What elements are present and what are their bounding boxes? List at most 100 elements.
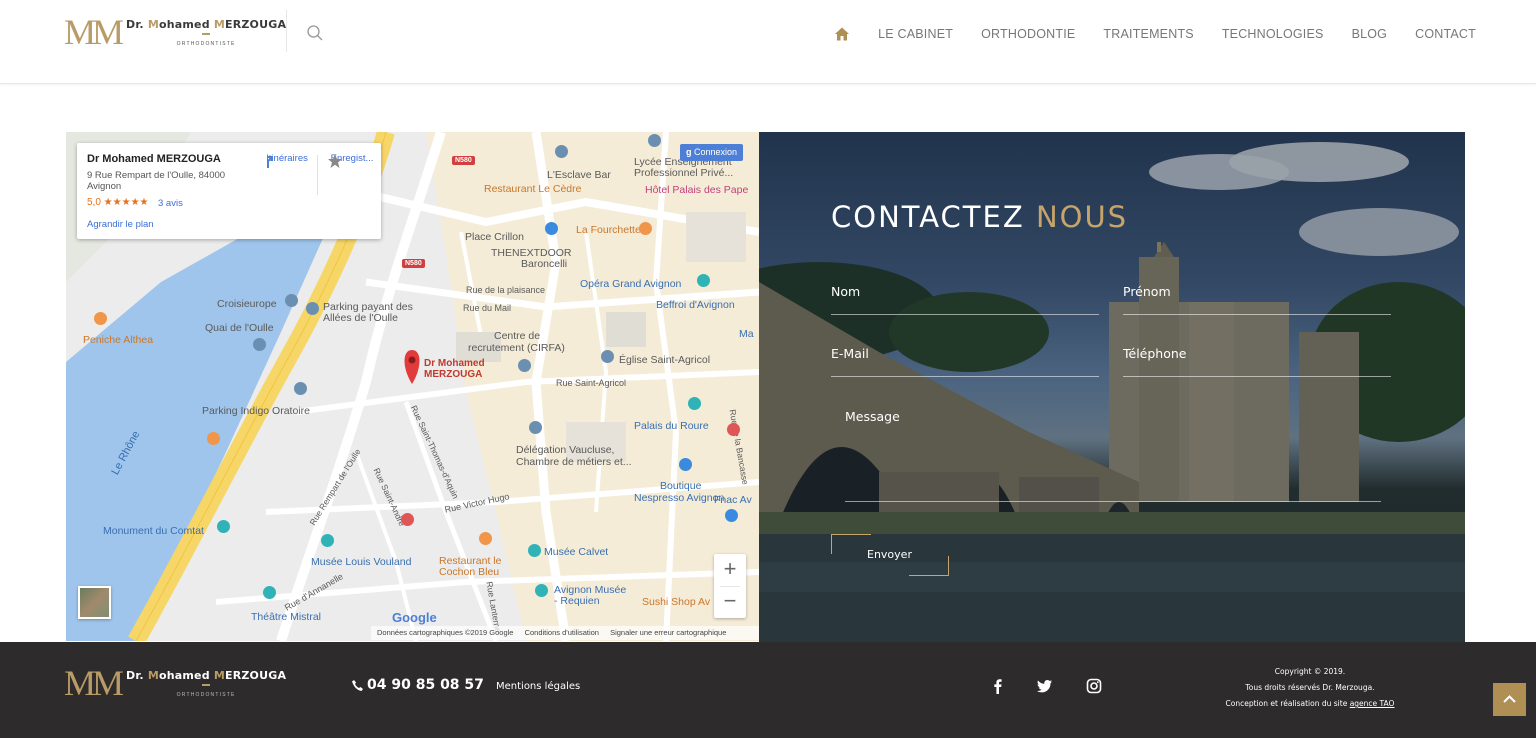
email-underline [831, 376, 1099, 377]
place-marker[interactable] [479, 532, 492, 545]
twitter-icon[interactable] [1037, 678, 1053, 694]
contact-title: CONTACTEZ NOUS [831, 200, 1129, 234]
site-logo[interactable]: MM Dr. Mohamed MERZOUGA ORTHODONTISTE [64, 12, 287, 52]
map-label: Chambre de métiers et... [516, 456, 632, 468]
road-shield-n580: N580 [452, 156, 475, 165]
place-marker[interactable] [401, 513, 414, 526]
place-marker[interactable] [697, 274, 710, 287]
terms-link[interactable]: Conditions d'utilisation [525, 628, 599, 637]
map-label: Professionnel Privé... [634, 167, 734, 179]
map-label: Rue du Mail [463, 303, 512, 313]
nav-contact[interactable]: CONTACT [1415, 27, 1476, 41]
home-icon[interactable] [834, 26, 850, 42]
place-marker[interactable] [94, 312, 107, 325]
logo-divider [202, 32, 211, 35]
phone-icon [352, 679, 363, 691]
message-textarea[interactable]: Message [845, 400, 1381, 502]
place-marker[interactable] [725, 509, 738, 522]
map-label: Place Crillon [465, 231, 524, 243]
place-marker[interactable] [601, 350, 614, 363]
place-marker[interactable] [217, 520, 230, 533]
google-g-icon: g [686, 147, 694, 157]
place-marker[interactable] [253, 338, 266, 351]
place-marker[interactable] [294, 382, 307, 395]
send-button[interactable]: Envoyer [831, 534, 949, 576]
logo-name: Dr. Mohamed MERZOUGA [126, 17, 287, 31]
directions-icon [267, 156, 273, 168]
place-title: Dr Mohamed MERZOUGA [87, 153, 221, 165]
zoom-out-button[interactable]: − [714, 586, 746, 618]
prenom-underline [1123, 314, 1391, 315]
map-zoom-control: + − [714, 554, 746, 618]
place-marker[interactable] [535, 584, 548, 597]
agency-link[interactable]: agence TAO [1350, 699, 1395, 708]
map-label: Rue Saint-Agricol [556, 378, 627, 388]
scroll-to-top-button[interactable] [1493, 683, 1526, 716]
nav-traitements[interactable]: TRAITEMENTS [1103, 27, 1193, 41]
map-label: Église Saint-Agricol [619, 354, 711, 366]
telephone-underline [1123, 376, 1391, 377]
satellite-toggle[interactable] [78, 586, 111, 619]
nom-field[interactable]: Nom [831, 284, 860, 299]
main-nav: LE CABINET ORTHODONTIE TRAITEMENTS TECHN… [834, 26, 1476, 42]
report-error-link[interactable]: Signaler une erreur cartographique [610, 628, 726, 637]
map-label: Baroncelli [521, 258, 568, 270]
map-label: Peniche Althea [83, 334, 154, 346]
nav-blog[interactable]: BLOG [1352, 27, 1388, 41]
google-logo: Google [392, 610, 437, 625]
logo-subtitle: ORTHODONTISTE [176, 691, 236, 698]
place-marker[interactable] [207, 432, 220, 445]
place-reviews-link[interactable]: 3 avis [158, 198, 183, 209]
place-marker[interactable] [528, 544, 541, 557]
place-marker[interactable] [555, 145, 568, 158]
header-divider [286, 10, 287, 52]
place-rating: 5,0 ★★★★★ [87, 197, 149, 208]
phone-number: 04 90 85 08 57 [367, 677, 484, 693]
place-marker[interactable] [518, 359, 531, 372]
legal-notice-link[interactable]: Mentions légales [496, 681, 580, 692]
nav-orthodontie[interactable]: ORTHODONTIE [981, 27, 1075, 41]
logo-subtitle: ORTHODONTISTE [176, 40, 236, 47]
map-label: Opéra Grand Avignon [580, 278, 682, 290]
place-marker[interactable] [639, 222, 652, 235]
nav-le-cabinet[interactable]: LE CABINET [878, 27, 953, 41]
telephone-field[interactable]: Téléphone [1123, 346, 1186, 361]
place-marker[interactable] [545, 222, 558, 235]
instagram-icon[interactable] [1086, 678, 1102, 694]
prenom-field[interactable]: Prénom [1123, 284, 1171, 299]
site-header: MM Dr. Mohamed MERZOUGA ORTHODONTISTE LE… [0, 0, 1536, 84]
place-marker[interactable] [727, 423, 740, 436]
google-map[interactable]: N580 N580 Dr Mohamed MERZOUGA Lycée Ensei… [66, 132, 759, 641]
map-pin-label: Dr Mohamed MERZOUGA [424, 358, 485, 380]
place-marker[interactable] [679, 458, 692, 471]
email-field[interactable]: E-Mail [831, 346, 869, 361]
place-marker[interactable] [306, 302, 319, 315]
card-divider [317, 155, 318, 195]
zoom-in-button[interactable]: + [714, 554, 746, 586]
send-label: Envoyer [867, 548, 912, 561]
footer-phone[interactable]: 04 90 85 08 57 [351, 677, 484, 693]
map-label: Rue de la plaisance [466, 285, 546, 295]
map-label: Délégation Vaucluse, [516, 444, 615, 456]
enlarge-map-link[interactable]: Agrandir le plan [87, 219, 154, 230]
facebook-icon[interactable] [990, 678, 1006, 694]
place-marker[interactable] [285, 294, 298, 307]
sign-in-label: Connexion [694, 147, 738, 157]
place-marker[interactable] [263, 586, 276, 599]
footer-logo[interactable]: MM Dr. Mohamed MERZOUGA ORTHODONTISTE [64, 665, 286, 701]
place-marker[interactable] [688, 397, 701, 410]
search-icon[interactable] [306, 24, 324, 42]
place-marker[interactable] [648, 134, 661, 147]
map-sign-in-button[interactable]: g Connexion [680, 144, 744, 161]
place-marker[interactable] [529, 421, 542, 434]
logo-monogram: MM [64, 12, 124, 52]
directions-button[interactable]: Itinéraires [262, 153, 312, 168]
map-label: Centre de [494, 330, 541, 342]
map-label: Quai de l'Oulle [205, 322, 274, 334]
map-label: Beffroi d'Avignon [656, 299, 735, 311]
save-place-button[interactable]: Enregist... [327, 153, 377, 168]
send-button-corner [909, 556, 949, 576]
place-marker[interactable] [321, 534, 334, 547]
nav-technologies[interactable]: TECHNOLOGIES [1222, 27, 1324, 41]
map-label: Nespresso Avignon [634, 492, 725, 504]
